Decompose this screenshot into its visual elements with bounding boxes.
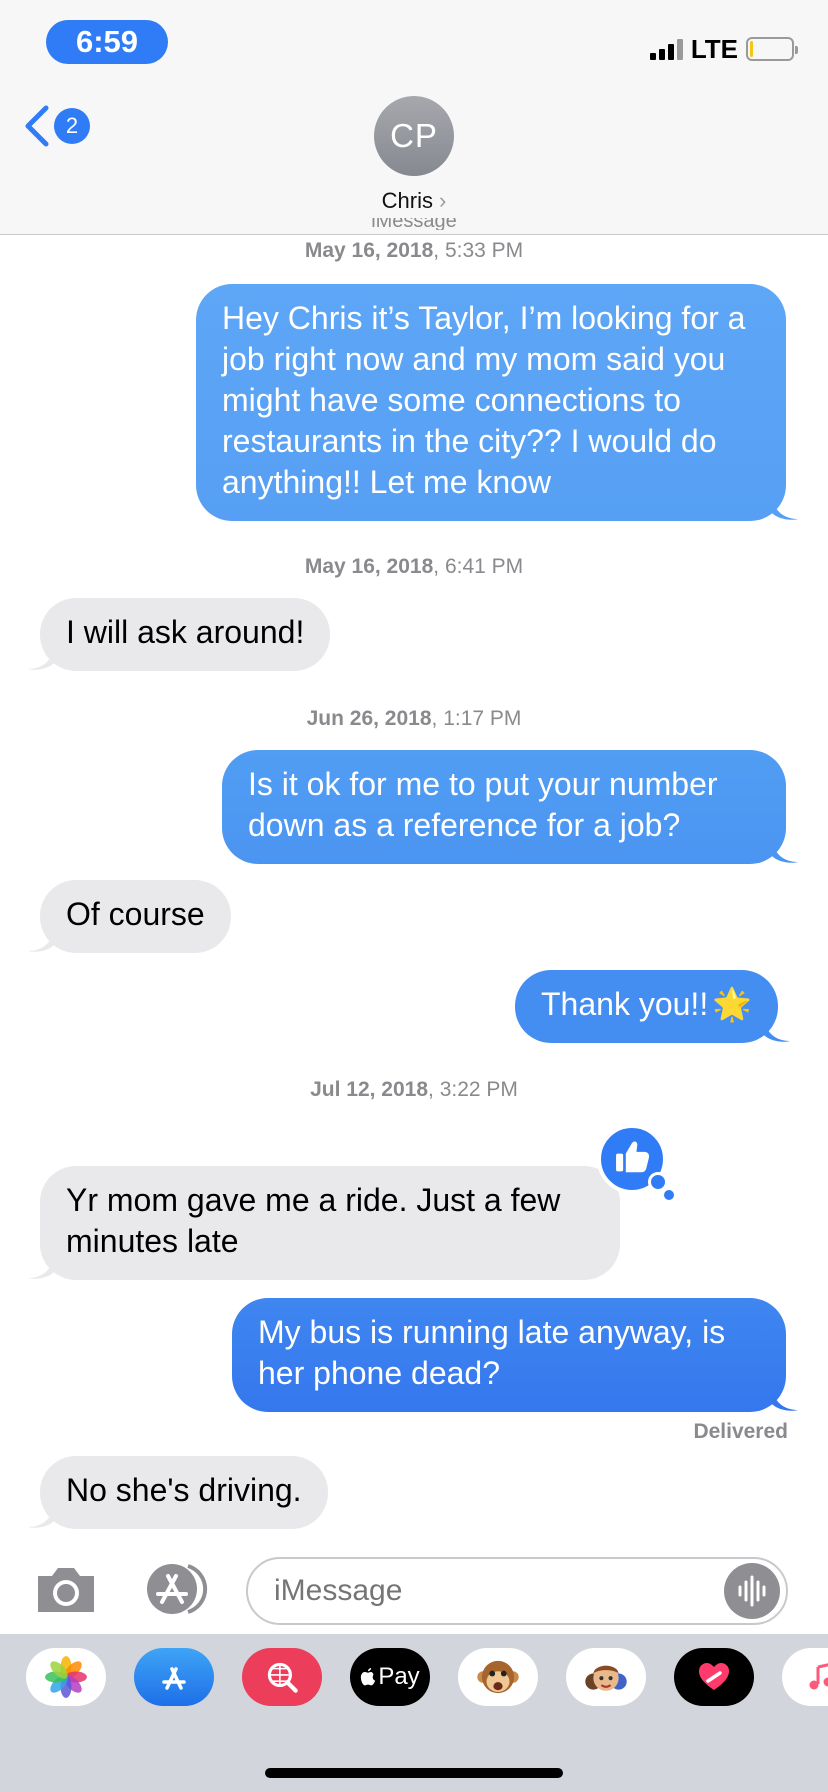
apple-pay-label: Pay (378, 1663, 420, 1690)
delivery-receipt: Delivered (693, 1420, 788, 1443)
camera-icon[interactable] (34, 1564, 98, 1616)
sent-message-bubble[interactable]: Hey Chris it’s Taylor, I’m looking for a… (196, 284, 798, 521)
music-icon[interactable] (782, 1648, 828, 1706)
timestamp: Jun 26, 2018, 1:17 PM (306, 707, 522, 730)
bubble-tail (28, 929, 54, 952)
chevron-right-icon: › (439, 188, 447, 213)
received-message-bubble[interactable]: I will ask around! (28, 598, 331, 671)
contact-avatar[interactable]: CP (374, 96, 454, 176)
sent-message-bubble[interactable]: Thank you!! 🌟 (515, 970, 791, 1043)
back-button[interactable]: 2 (22, 104, 90, 148)
apple-logo-icon (361, 1667, 376, 1685)
unread-count-badge: 2 (54, 108, 90, 144)
chevron-left-icon (25, 105, 49, 147)
contact-name-button[interactable]: Chris › (0, 188, 828, 214)
received-message-bubble[interactable]: Of course (28, 880, 231, 953)
bubble-tail (28, 1256, 54, 1279)
monkey-animoji-icon[interactable] (458, 1648, 538, 1706)
message-text: Of course (66, 896, 205, 932)
tapback-dot (664, 1190, 674, 1200)
bubble-tail (772, 840, 798, 863)
tapback-dot (648, 1172, 668, 1192)
status-indicators: LTE (649, 33, 798, 64)
app-store-button-icon[interactable] (140, 1562, 212, 1616)
bubble-tail (772, 1388, 798, 1411)
message-text: I will ask around! (66, 614, 305, 650)
received-message-bubble[interactable]: No she's driving. (28, 1456, 328, 1529)
home-indicator[interactable] (265, 1768, 563, 1778)
app-store-icon[interactable] (134, 1648, 214, 1706)
compose-bar (0, 1540, 828, 1634)
message-input[interactable] (246, 1557, 788, 1625)
message-text: Yr mom gave me a ride. Just a few minute… (66, 1182, 561, 1259)
timestamp: Jul 12, 2018, 3:22 PM (310, 1078, 518, 1101)
bubble-tail (28, 647, 54, 670)
digital-touch-icon[interactable] (674, 1648, 754, 1706)
contact-name: Chris (381, 188, 433, 213)
message-text: Hey Chris it’s Taylor, I’m looking for a… (222, 300, 746, 500)
sent-message-bubble[interactable]: Is it ok for me to put your number down … (222, 750, 798, 864)
bubble-tail (772, 497, 798, 520)
message-text: My bus is running late anyway, is her ph… (258, 1314, 726, 1391)
received-message-bubble[interactable]: Yr mom gave me a ride. Just a few minute… (28, 1166, 620, 1280)
photos-icon[interactable] (26, 1648, 106, 1706)
waveform-icon (738, 1575, 766, 1607)
cellular-signal-icon (649, 38, 683, 60)
timestamp: May 16, 2018, 6:41 PM (304, 555, 524, 578)
battery-icon (746, 37, 798, 61)
sent-message-bubble[interactable]: My bus is running late anyway, is her ph… (232, 1298, 798, 1412)
app-drawer: Pay (0, 1634, 828, 1792)
message-text: Is it ok for me to put your number down … (248, 766, 718, 843)
message-text: Thank you!! (541, 986, 709, 1022)
glowing-star-emoji: 🌟 (712, 986, 753, 1022)
memoji-icon[interactable] (566, 1648, 646, 1706)
network-type: LTE (690, 33, 738, 64)
service-label: iMessage (371, 218, 457, 230)
timestamp: May 16, 2018, 5:33 PM (304, 239, 524, 262)
apple-pay-icon[interactable]: Pay (350, 1648, 430, 1706)
images-search-icon[interactable] (242, 1648, 322, 1706)
audio-record-button[interactable] (724, 1563, 780, 1619)
navigation-header: 6:59 LTE 2 CP Chris › (0, 0, 828, 235)
bubble-tail (764, 1019, 791, 1042)
message-text: No she's driving. (66, 1472, 302, 1508)
status-time[interactable]: 6:59 (46, 20, 168, 64)
bubble-tail (28, 1505, 54, 1528)
